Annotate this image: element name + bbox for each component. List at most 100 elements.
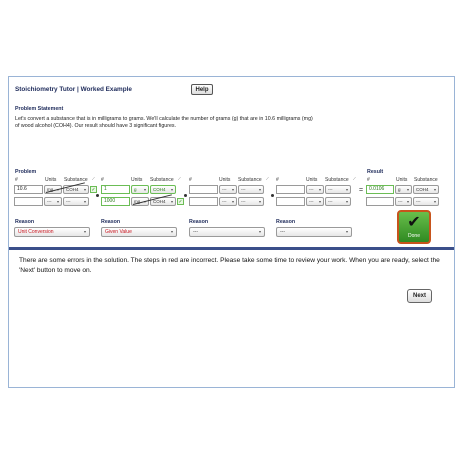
checkmark-icon: ✔	[407, 214, 421, 231]
result-label: Result	[367, 169, 384, 175]
done-button[interactable]: ✔ Done	[397, 210, 431, 244]
tutor-panel: Stoichiometry Tutor | Worked Example Hel…	[8, 76, 455, 388]
chevron-down-icon: ▾	[345, 187, 348, 192]
result-units[interactable]: g ▾	[395, 185, 412, 194]
term4-substance-bottom-value: ---	[328, 199, 333, 204]
result-substance-bottom[interactable]: --- ▾	[413, 197, 439, 206]
term4-number-header: #	[276, 177, 279, 183]
term3-substance-top-value: ---	[241, 187, 246, 192]
term2-number-header: #	[101, 177, 104, 183]
result-substance[interactable]: COH4 ▾	[413, 185, 439, 194]
chevron-down-icon: ▾	[318, 199, 321, 204]
term3-number-header: #	[189, 177, 192, 183]
term4-substance-top-value: ---	[328, 187, 333, 192]
result-number[interactable]: 0.0106	[366, 185, 394, 194]
term3-units-header: Units	[219, 177, 231, 183]
term3-units-top-value: ---	[222, 187, 227, 192]
chevron-down-icon: ▾	[318, 187, 321, 192]
reason3-select[interactable]: --- ▾	[189, 227, 265, 237]
term4-substance-bottom[interactable]: --- ▾	[325, 197, 351, 206]
chevron-down-icon: ▾	[231, 187, 234, 192]
done-label: Done	[408, 233, 420, 239]
term2-number-bottom[interactable]: 1000	[101, 197, 130, 206]
chevron-down-icon: ▾	[345, 199, 348, 204]
result-substance-bottom-value: ---	[416, 199, 421, 204]
chevron-down-icon: ▾	[170, 229, 173, 234]
chevron-down-icon: ▾	[258, 187, 261, 192]
term1-units-header: Units	[45, 177, 57, 183]
help-button[interactable]: Help	[191, 84, 213, 95]
multiply-dot	[271, 194, 274, 197]
chevron-down-icon: ▾	[56, 199, 59, 204]
term4-units-bottom-value: ---	[309, 199, 314, 204]
term1-substance-top-value: COH4	[66, 187, 79, 192]
term4-cancel-icon: ⟋	[353, 176, 356, 181]
term3-substance-bottom[interactable]: --- ▾	[238, 197, 264, 206]
chevron-down-icon: ▾	[143, 187, 146, 192]
term3-units-bottom-value: ---	[222, 199, 227, 204]
term3-substance-top[interactable]: --- ▾	[238, 185, 264, 194]
result-units-bottom[interactable]: --- ▾	[395, 197, 412, 206]
term3-substance-header: Substance	[238, 177, 262, 183]
reason2-value: Given Value	[105, 229, 132, 235]
term4-substance-top[interactable]: --- ▾	[325, 185, 351, 194]
chevron-down-icon: ▾	[345, 229, 348, 234]
term4-number-top[interactable]	[276, 185, 305, 194]
result-units-header: Units	[396, 177, 408, 183]
problem-statement-label: Problem Statement	[15, 106, 64, 112]
result-units-value: g	[398, 187, 401, 192]
divider	[9, 247, 454, 250]
term1-units-bottom[interactable]: --- ▾	[44, 197, 62, 206]
result-number-bottom[interactable]	[366, 197, 394, 206]
reason4-label: Reason	[276, 219, 296, 225]
result-units-bottom-value: ---	[398, 199, 403, 204]
term2-substance-top[interactable]: COH4 ▾	[150, 185, 176, 194]
term1-number-header: #	[15, 177, 18, 183]
term2-substance-header: Substance	[150, 177, 174, 183]
reason4-select[interactable]: --- ▾	[276, 227, 352, 237]
term3-units-top[interactable]: --- ▾	[219, 185, 237, 194]
chevron-down-icon: ▾	[406, 187, 409, 192]
reason1-select[interactable]: Unit Conversion ▾	[14, 227, 90, 237]
chevron-down-icon: ▾	[433, 187, 436, 192]
reason2-select[interactable]: Given Value ▾	[101, 227, 177, 237]
term1-number-bottom[interactable]	[14, 197, 43, 206]
term3-number-bottom[interactable]	[189, 197, 218, 206]
term4-units-header: Units	[306, 177, 318, 183]
term2-substance-top-value: COH4	[153, 187, 166, 192]
reason4-value: ---	[280, 229, 285, 235]
reason2-label: Reason	[101, 219, 121, 225]
chevron-down-icon: ▾	[83, 229, 86, 234]
multiply-dot	[96, 194, 99, 197]
term2-units-top[interactable]: g ▾	[131, 185, 149, 194]
chevron-down-icon: ▾	[406, 199, 409, 204]
term4-substance-header: Substance	[325, 177, 349, 183]
term1-substance-bottom-value: ---	[66, 199, 71, 204]
reason3-value: ---	[193, 229, 198, 235]
term2-cancel-icon: ⟋	[178, 176, 181, 181]
term3-number-top[interactable]	[189, 185, 218, 194]
term2-number-top[interactable]: 1	[101, 185, 130, 194]
problem-label: Problem	[15, 169, 37, 175]
term3-substance-bottom-value: ---	[241, 199, 246, 204]
term1-substance-bottom[interactable]: --- ▾	[63, 197, 89, 206]
next-button[interactable]: Next	[407, 289, 432, 303]
chevron-down-icon: ▾	[258, 229, 261, 234]
problem-statement-text: Let's convert a substance that is in mil…	[15, 116, 313, 129]
term4-units-top[interactable]: --- ▾	[306, 185, 324, 194]
equals-sign: =	[359, 187, 364, 194]
term1-number-top[interactable]: 10.6	[14, 185, 43, 194]
chevron-down-icon: ▾	[170, 199, 173, 204]
term4-units-top-value: ---	[309, 187, 314, 192]
term4-units-bottom[interactable]: --- ▾	[306, 197, 324, 206]
chevron-down-icon: ▾	[258, 199, 261, 204]
problem-area: Stoichiometry Tutor | Worked Example Hel…	[9, 77, 454, 247]
term3-cancel-icon: ⟋	[266, 176, 269, 181]
term3-units-bottom[interactable]: --- ▾	[219, 197, 237, 206]
multiply-dot	[184, 194, 187, 197]
chevron-down-icon: ▾	[83, 199, 86, 204]
result-substance-value: COH4	[416, 187, 429, 192]
term1-cancel-icon: ⟋	[92, 176, 95, 181]
term4-number-bottom[interactable]	[276, 197, 305, 206]
checkmark-icon: ✓	[90, 186, 97, 193]
